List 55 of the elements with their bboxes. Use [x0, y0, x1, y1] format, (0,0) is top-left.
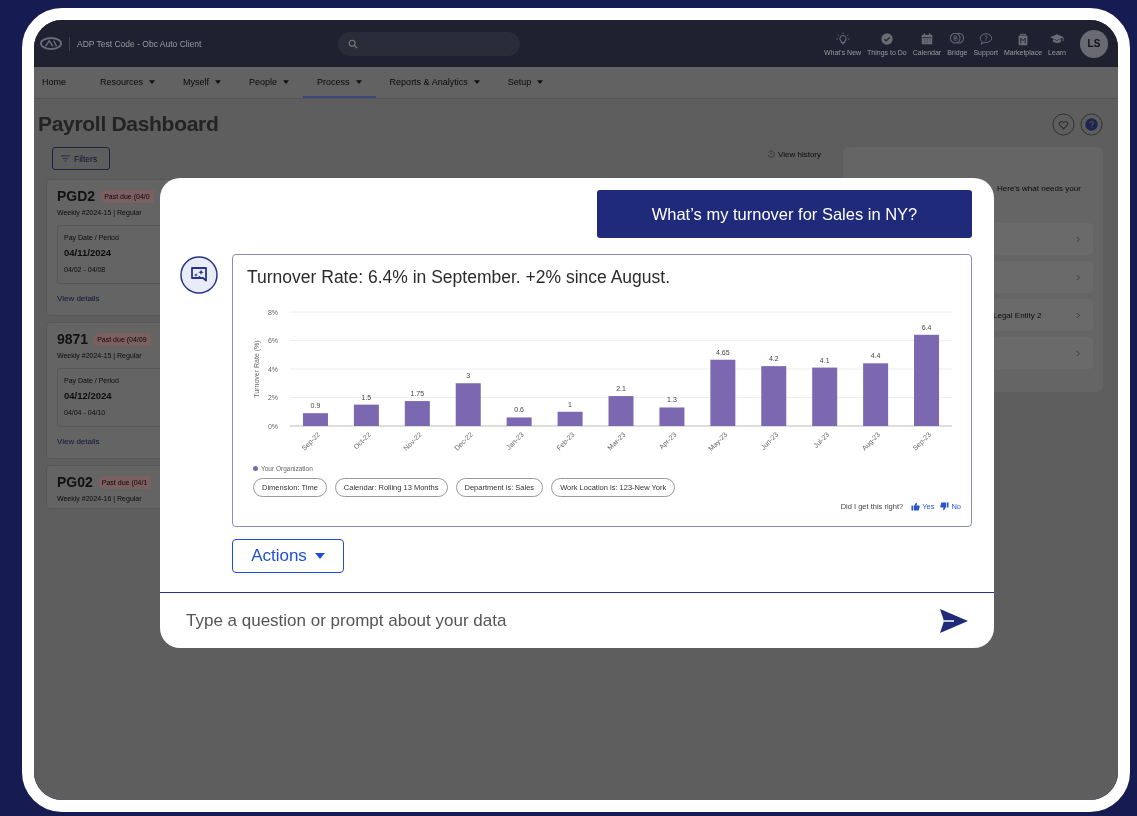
help-icon[interactable]	[1080, 112, 1103, 136]
nav-tab[interactable]: Myself	[169, 67, 236, 98]
payroll-name: PG02	[57, 474, 93, 490]
checkmark-icon	[879, 31, 894, 46]
chevron-icon	[1076, 273, 1081, 281]
nav-tab[interactable]: Reports & Analytics	[375, 67, 494, 98]
nav-tab[interactable]: Resources	[86, 67, 170, 98]
bar	[761, 366, 787, 426]
bar	[506, 417, 532, 426]
bar	[608, 396, 634, 426]
bar	[863, 363, 889, 426]
send-icon[interactable]	[939, 607, 969, 634]
user-avatar[interactable]: LS	[1080, 29, 1108, 58]
lightbulb-icon	[835, 31, 850, 46]
payroll-name: PGD2	[57, 188, 96, 204]
payroll-name: 9871	[57, 331, 89, 347]
assistant-avatar-icon	[180, 256, 218, 294]
bar	[404, 401, 430, 426]
bar	[659, 407, 685, 426]
bar	[557, 411, 583, 426]
graduation-cap-icon	[1049, 31, 1066, 46]
answer-title: Turnover Rate: 6.4% in September. +2% since August.	[247, 267, 671, 288]
prompt-input[interactable]: Type a question or prompt about your data	[186, 610, 939, 631]
question-bubble: What’s my turnover for Sales in NY?	[597, 190, 972, 238]
assist-item[interactable]: Legal Entity 2	[993, 299, 1093, 331]
filter-icon	[61, 155, 70, 162]
chevron-icon	[1076, 311, 1081, 319]
nav-tab[interactable]: Process	[303, 67, 376, 98]
actions-button[interactable]: Actions	[232, 539, 344, 573]
speech-bubble-icon	[978, 31, 993, 46]
shopping-bag-icon	[1016, 31, 1030, 46]
search-icon	[348, 38, 359, 49]
thumbs-down-icon	[940, 502, 950, 511]
chat-bubbles-icon	[949, 31, 966, 46]
bar	[302, 413, 328, 426]
calendar-icon	[919, 31, 934, 46]
nav-tab[interactable]: People	[235, 67, 304, 98]
caret-icon	[314, 553, 325, 559]
history-icon	[767, 150, 775, 158]
search-field[interactable]	[338, 31, 521, 56]
nav-tab[interactable]: Setup	[493, 67, 558, 98]
assist-intro: Here's what needs your	[997, 184, 1082, 193]
pay-date: 04/12/2024	[64, 390, 113, 401]
app-title: ADP Test Code - Obc Auto Client	[77, 38, 202, 49]
chevron-icon	[1076, 235, 1081, 243]
page-title: Payroll Dashboard	[38, 112, 219, 136]
pay-date: 04/11/2024	[64, 247, 113, 258]
nav-tab[interactable]: Home	[42, 67, 86, 98]
bar	[353, 404, 379, 426]
bar	[455, 383, 481, 426]
logo-icon[interactable]	[40, 37, 62, 50]
bar	[812, 367, 838, 426]
thumbs-up-icon	[911, 502, 921, 511]
bar	[710, 359, 736, 426]
chevron-icon	[1076, 349, 1081, 357]
